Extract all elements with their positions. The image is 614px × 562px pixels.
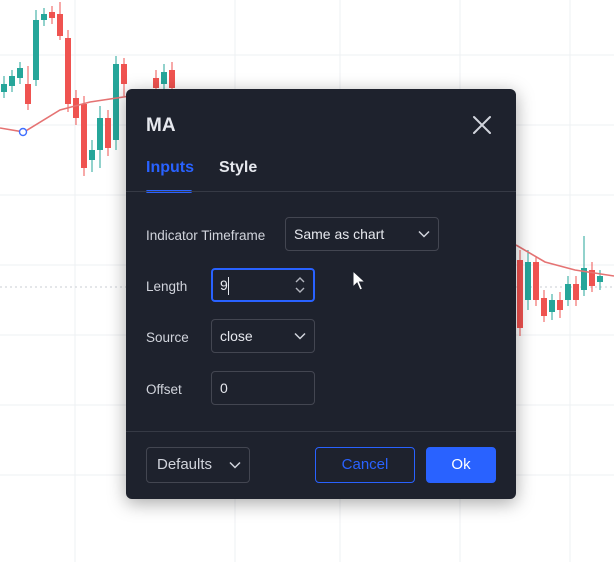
candle-body [161,72,167,84]
candle-body [57,14,63,36]
ma-settings-dialog: MA Inputs Style Indicator Timeframe Same… [126,89,516,499]
crosshair-marker [18,127,28,137]
candle-body [549,300,555,312]
offset-label: Offset [146,382,182,397]
candle-body [1,84,7,92]
source-select[interactable]: close [211,319,315,353]
candle-body [557,300,563,310]
candle-body [517,260,523,328]
candle-body [541,298,547,316]
tab-inputs[interactable]: Inputs [146,159,194,177]
candle-body [573,284,579,300]
candle-body [17,68,23,78]
candle-body [105,118,111,148]
candle-body [41,14,47,20]
candle-body [169,70,175,88]
indicator-timeframe-value: Same as chart [294,226,385,242]
divider [126,191,516,192]
candle-body [121,64,127,84]
candle-body [9,76,15,86]
source-value: close [220,328,253,344]
candle-body [153,78,159,88]
defaults-label: Defaults [157,456,213,473]
stepper-icon[interactable] [294,275,306,295]
candle-body [73,98,79,118]
candle-body [81,104,87,168]
close-icon[interactable] [470,113,494,137]
candle-body [33,20,39,80]
offset-input[interactable]: 0 [211,371,315,405]
mouse-pointer-icon [352,270,366,291]
candle-body [525,262,531,300]
length-label: Length [146,279,188,294]
chevron-down-icon [229,461,241,469]
indicator-timeframe-select[interactable]: Same as chart [285,217,439,251]
indicator-timeframe-label: Indicator Timeframe [146,228,266,243]
chevron-down-icon [294,332,306,340]
candle-body [97,118,103,150]
candle-body [65,38,71,104]
offset-value: 0 [220,380,228,396]
divider [126,431,516,432]
candle-body [113,64,119,140]
defaults-button[interactable]: Defaults [146,447,250,483]
tab-style[interactable]: Style [219,159,257,177]
cancel-button[interactable]: Cancel [315,447,415,483]
candle-body [565,284,571,300]
length-value: 9 [220,277,228,293]
chevron-down-icon [418,230,430,238]
candle-body [89,150,95,160]
text-caret [228,277,229,295]
candle-body [49,12,55,18]
ok-button[interactable]: Ok [426,447,496,483]
dialog-title: MA [146,115,176,136]
length-input[interactable]: 9 [211,268,315,302]
candle-body [533,262,539,300]
source-label: Source [146,330,189,345]
candle-body [597,276,603,282]
candle-body [25,84,31,104]
